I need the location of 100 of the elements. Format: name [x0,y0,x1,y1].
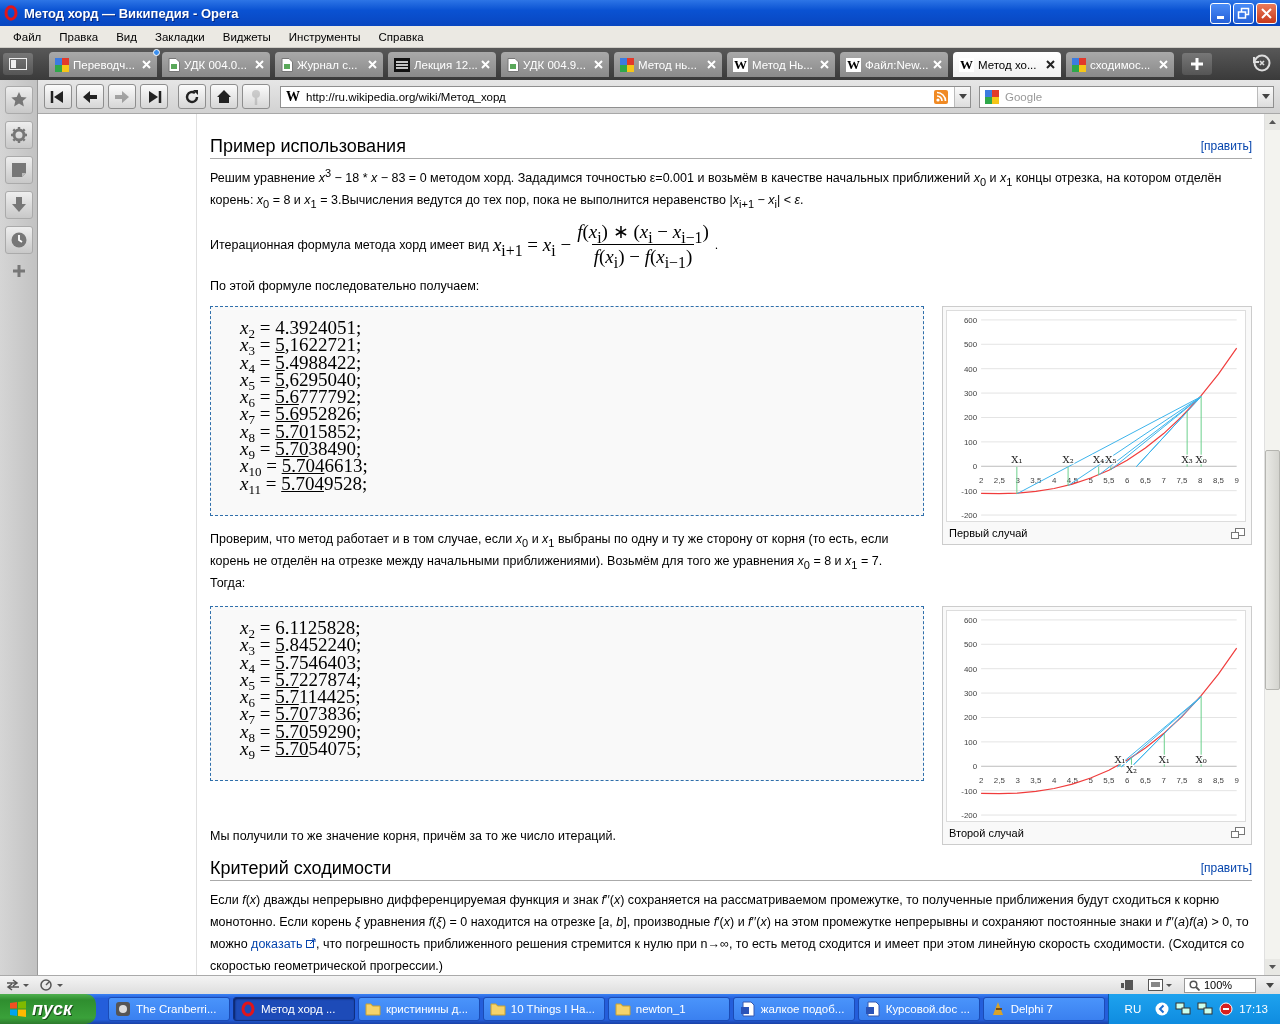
maximize-button[interactable] [1233,2,1254,24]
clock-icon [9,231,28,249]
panel-toggle-button[interactable] [3,53,33,75]
point-label: X₂ [1125,763,1138,775]
reload-icon [183,87,201,106]
point-label: X₀ [1195,754,1207,766]
axis-label: 300 [963,389,978,399]
axis-label: 3,5 [1030,476,1042,486]
panel-icon [9,58,27,70]
search-input[interactable]: Google [1005,90,1251,103]
section-heading: Пример использования [210,135,406,157]
menu-item[interactable]: Инструменты [279,30,370,43]
axis-label: -200 [961,511,978,521]
network-icon[interactable] [1197,1002,1214,1016]
axis-label: 2,5 [993,476,1005,486]
menu-item[interactable]: Справка [369,30,433,43]
scrollbar[interactable] [1264,114,1280,975]
home-button[interactable] [210,84,238,109]
search-field[interactable]: Google [979,85,1274,108]
stop-icon[interactable] [1219,1002,1234,1016]
close-button[interactable] [1256,2,1277,24]
reload-button[interactable] [178,84,206,109]
menu-item[interactable]: Закладки [145,30,214,43]
speed-icon[interactable] [40,979,64,991]
external-link-icon [306,938,317,949]
back-button[interactable] [76,84,104,109]
menu-item[interactable]: Вид [107,30,146,43]
tab[interactable]: W Файл:New... [840,52,948,77]
minimize-button[interactable] [1210,2,1231,24]
formula-lhs: x$_{i+1}$ = x$_{i}$ − [492,233,572,256]
axis-label: 7 [1161,476,1166,486]
panel-button[interactable] [4,121,33,149]
point-label: X₃ [1181,454,1193,466]
close-icon [1260,6,1273,20]
tab[interactable]: W Метод Нь... [727,52,835,77]
scroll-down-icon[interactable] [1269,965,1276,969]
menu-item[interactable]: Правка [50,30,108,43]
section-heading: Критерий сходимости [210,857,392,880]
search-icon [1189,979,1200,991]
point-label: X₁ [1011,454,1023,466]
chevron-icon[interactable] [1155,1002,1170,1016]
axis-label: 5,5 [1103,776,1115,786]
taskbar-button[interactable]: Курсовой.doc ... [857,997,980,1021]
axis-label: 7,5 [1176,776,1188,786]
axis-label: 9 [1234,476,1239,486]
rewind-button[interactable] [44,84,72,109]
restore-icon [1252,53,1272,73]
formula-line: x$_{8}$ = 5.7015852; [240,422,363,441]
axis-label: -100 [961,486,978,496]
caret-icon [958,94,967,99]
gear-icon [9,126,28,144]
axis-label: 400 [963,364,978,374]
axis-label: 9 [1234,776,1239,786]
axis-label: 6,5 [1139,476,1151,486]
clock: 17:13 [1239,1003,1268,1015]
view-icon[interactable] [1148,979,1174,991]
taskbar-button[interactable]: Метод хорд ... [232,997,355,1021]
paragraph: Мы получили то же значение корня, причём за то же число итераций. [210,828,617,846]
color-squares-icon [55,57,69,72]
enlarge-icon[interactable] [1231,827,1245,839]
menu-item[interactable]: Виджеты [213,30,280,43]
network-icon[interactable] [1175,1002,1192,1016]
axis-label: 500 [963,640,978,650]
dropdown-button[interactable] [954,86,970,107]
paragraph: Тогда: [210,574,247,592]
fast-forward-button[interactable] [140,84,168,109]
axis-label: 8,5 [1212,476,1224,486]
arrows-icon[interactable] [6,979,30,991]
panel-button[interactable] [4,226,33,254]
taskbar-button[interactable]: кристинины д... [357,997,480,1021]
menu-item[interactable]: Файл [4,30,51,43]
tab[interactable]: W Метод хо... [953,52,1061,77]
axis-label: 500 [963,340,978,350]
panel-button[interactable] [4,86,33,114]
link[interactable]: доказать [251,937,317,952]
paragraph: Если f(x) дважды непрерывно дифференцируемая функция и знак f′′(x) сохраняется на рассматриваемом промежутке, то полученные приближения будут сходиться к корню монотонно. Если корень ξ уравнения f(ξ) = 0 находится на отрезке [a, b], производные f′(x) и f′′(x) на этом промежутке непрерывны и сохраняют постоянные знаки и f′′(a)f(a) > 0, то можно доказать , что погрешность приближенного решения стремится к нулю при n→∞, то есть метод сходится и имеет при этом линейную скорость сходимости. (Сходится со скоростью геометрической прогрессии.) [210,892,1250,975]
edit-link[interactable]: [править] [1200,135,1252,157]
axis-label: 600 [963,315,978,325]
enlarge-icon[interactable] [1231,527,1245,539]
panel-button[interactable] [4,191,33,219]
address-field[interactable]: W http://ru.wikipedia.org/wiki/Метод_хорд [280,85,971,108]
caret-icon[interactable] [1266,982,1274,988]
close-icon[interactable] [1046,60,1055,69]
new-tab-button[interactable] [1182,53,1212,75]
minimize-icon [1217,16,1224,19]
axis-label: 8,5 [1212,776,1224,786]
color-squares-icon [985,89,999,104]
formula-line: x$_{2}$ = 4.3924051; [240,319,363,337]
document-icon [507,57,519,72]
axis-label: 5 [1088,476,1093,486]
panel-button[interactable] [4,156,33,184]
player-icon [114,1001,131,1017]
scroll-up-icon[interactable] [1269,120,1276,124]
scroll-thumb[interactable] [1265,450,1280,690]
edit-link[interactable]: [править] [1200,857,1252,880]
start-button[interactable]: пуск [0,994,96,1024]
home-icon [215,87,233,106]
axis-label: 2 [978,776,984,786]
axis-label: 4 [1051,776,1057,786]
zoom-field[interactable]: 100% [1184,977,1256,993]
